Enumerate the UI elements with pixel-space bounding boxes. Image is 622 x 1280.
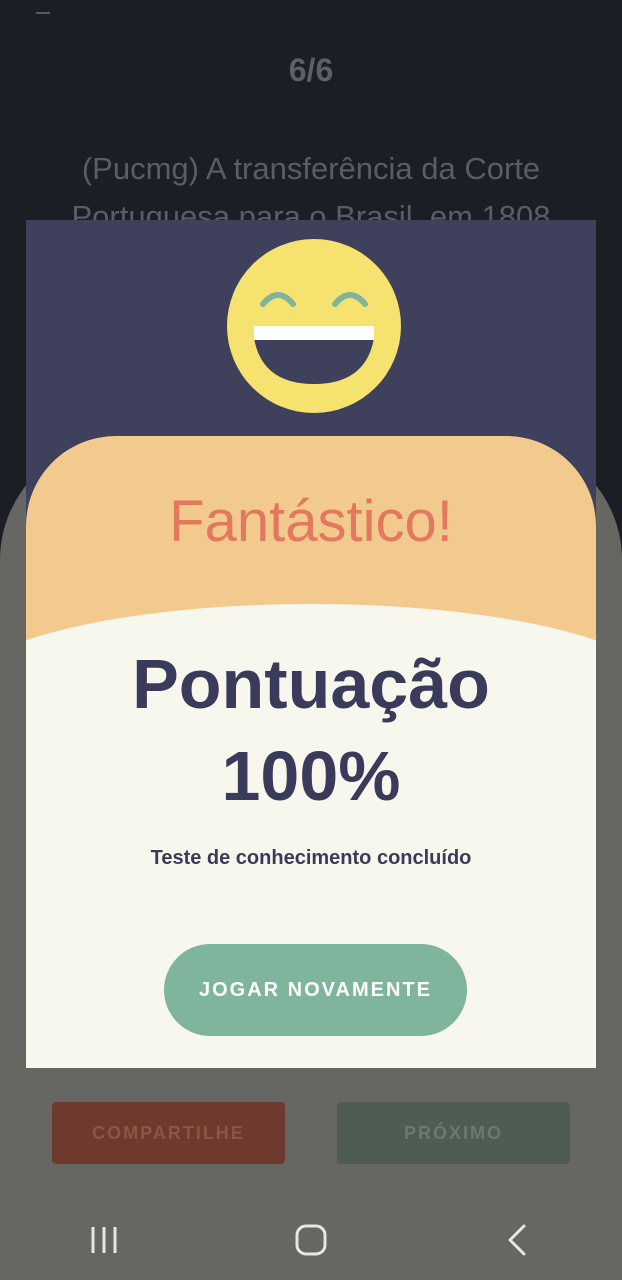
grinning-face-icon xyxy=(227,239,401,413)
home-icon xyxy=(295,1224,327,1256)
status-bar-indicator xyxy=(36,12,50,14)
back-button[interactable] xyxy=(488,1210,548,1270)
back-icon xyxy=(508,1224,526,1256)
share-button[interactable]: COMPARTILHE xyxy=(52,1102,285,1164)
result-headline: Fantástico! xyxy=(169,489,453,554)
home-button[interactable] xyxy=(281,1210,341,1270)
system-nav-bar xyxy=(0,1200,622,1280)
score-label: Pontuação xyxy=(132,645,490,723)
result-dialog: Fantástico! Pontuação 100% Teste de conh… xyxy=(26,220,596,1068)
recent-apps-button[interactable] xyxy=(74,1210,134,1270)
play-again-button[interactable]: JOGAR NOVAMENTE xyxy=(164,944,467,1036)
quiz-completed-text: Teste de conhecimento concluído xyxy=(150,847,472,869)
score-value: 100% xyxy=(221,737,401,815)
question-counter: 6/6 xyxy=(288,52,334,88)
recent-apps-icon xyxy=(91,1227,117,1253)
next-button[interactable]: PRÓXIMO xyxy=(337,1102,570,1164)
